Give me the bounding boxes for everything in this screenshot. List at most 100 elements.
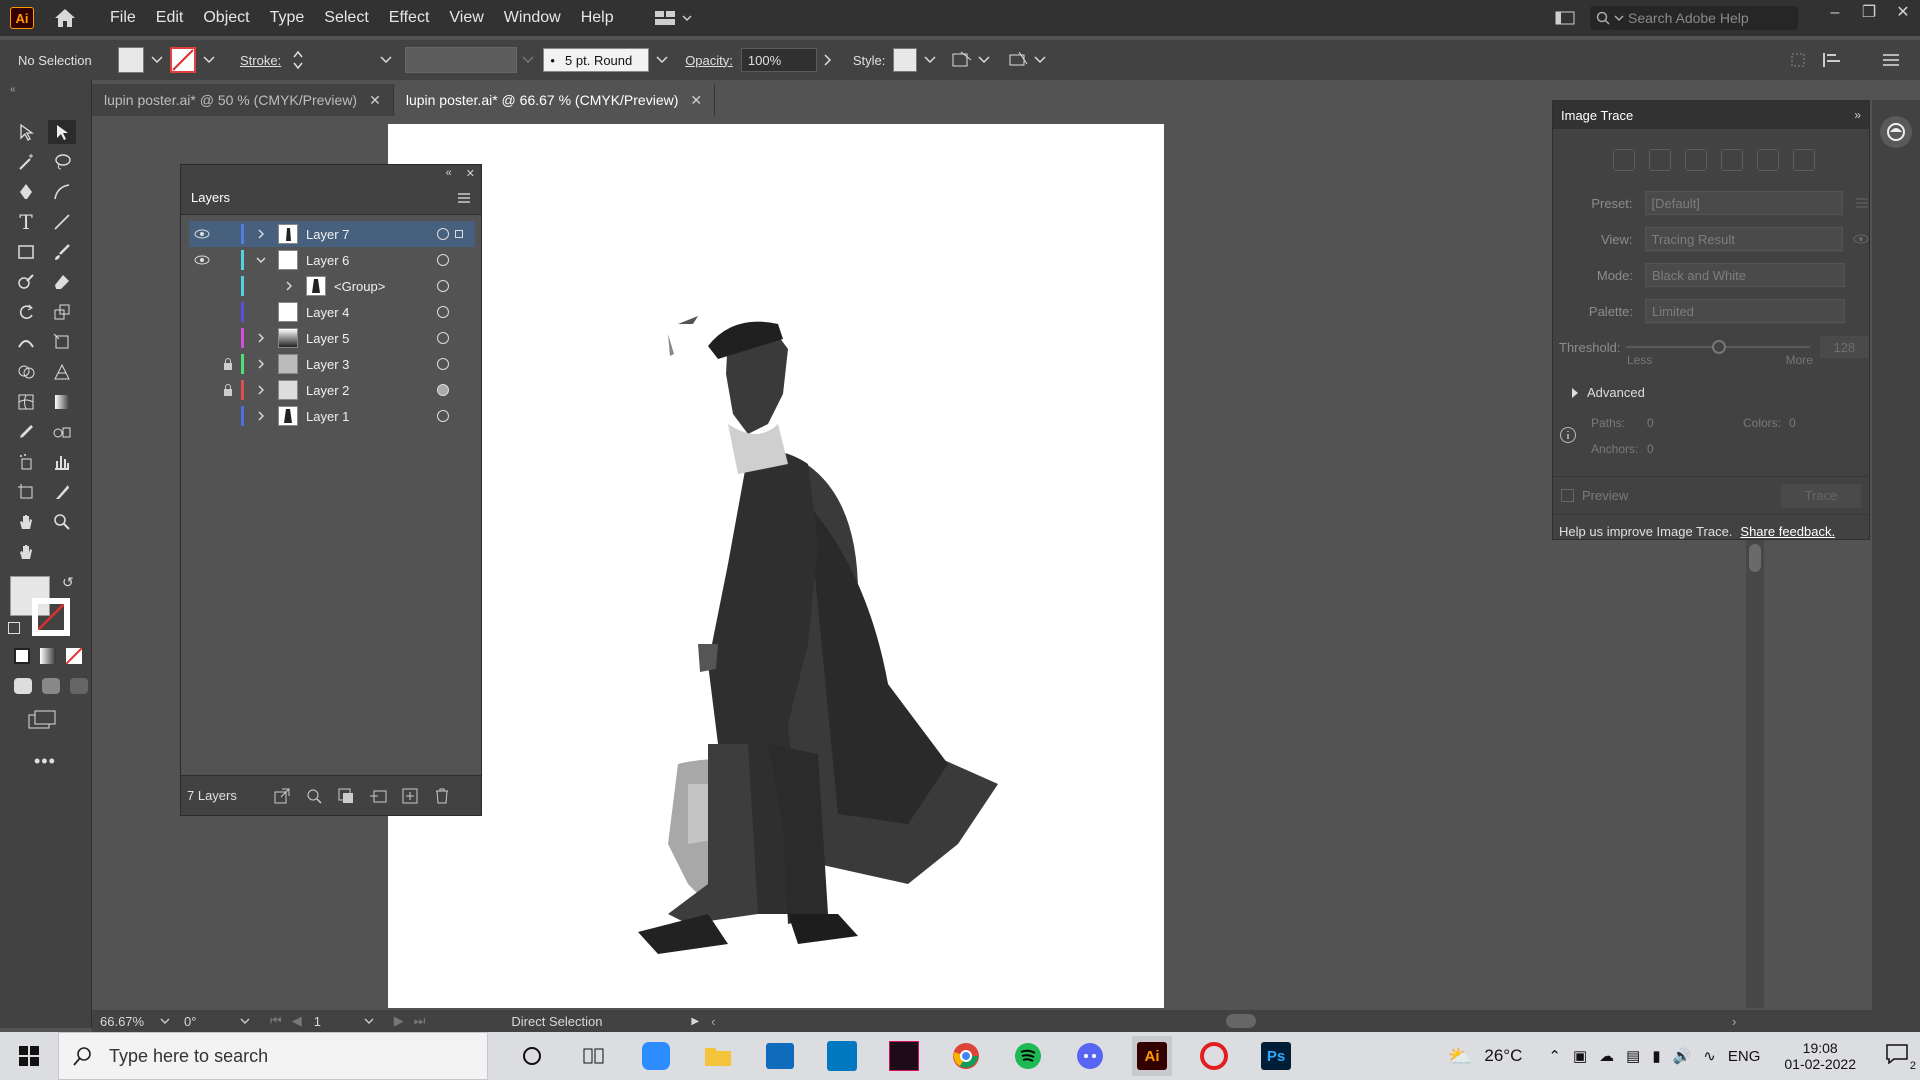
image-trace-title[interactable]: Image Trace [1561, 108, 1633, 123]
wifi-icon[interactable]: ∿ [1703, 1047, 1716, 1065]
chevron-down-icon[interactable] [923, 55, 937, 65]
zoom-app-icon[interactable] [636, 1036, 676, 1076]
layer-row[interactable]: <Group> [189, 273, 475, 299]
adobe-app-icon[interactable] [884, 1036, 924, 1076]
volume-icon[interactable]: 🔊 [1673, 1047, 1692, 1065]
chevron-down-icon[interactable] [202, 55, 216, 65]
lock-icon[interactable] [215, 358, 241, 370]
export-icon[interactable] [273, 787, 291, 805]
microsoft-store-icon[interactable] [760, 1036, 800, 1076]
draw-normal-icon[interactable] [14, 678, 32, 694]
selection-indicator-icon[interactable] [455, 230, 463, 238]
eye-icon[interactable] [189, 255, 215, 265]
lasso-tool-icon[interactable] [48, 150, 76, 174]
layers-title[interactable]: Layers [191, 190, 230, 205]
width-tool-icon[interactable] [12, 330, 40, 354]
blend-tool-icon[interactable] [48, 420, 76, 444]
rotate-tool-icon[interactable] [12, 300, 40, 324]
weather-icon[interactable]: ⛅ [1447, 1044, 1472, 1069]
chevron-down-icon[interactable] [240, 1017, 250, 1025]
gradient-mode-icon[interactable] [40, 648, 56, 664]
tab-lupin-50[interactable]: lupin poster.ai* @ 50 % (CMYK/Preview) ✕ [92, 84, 394, 116]
target-icon[interactable] [437, 228, 449, 240]
hand-tool-icon[interactable] [12, 510, 40, 534]
menu-edit[interactable]: Edit [146, 0, 194, 36]
target-icon[interactable] [437, 358, 449, 370]
network-icon[interactable]: ▤ [1626, 1047, 1640, 1065]
draw-inside-icon[interactable] [70, 678, 88, 694]
menu-file[interactable]: File [100, 0, 146, 36]
file-explorer-icon[interactable] [698, 1036, 738, 1076]
eyedropper-tool-icon[interactable] [12, 420, 40, 444]
target-icon[interactable] [437, 280, 449, 292]
target-icon[interactable] [437, 254, 449, 266]
task-view-icon[interactable] [574, 1036, 614, 1076]
brush-definition-field[interactable]: ● 5 pt. Round [543, 48, 650, 72]
chevron-down-icon[interactable] [521, 55, 535, 65]
collapse-icon[interactable]: » [1854, 108, 1861, 122]
meet-now-icon[interactable]: ▣ [1573, 1047, 1587, 1065]
low-color-icon[interactable] [1685, 149, 1707, 171]
draw-behind-icon[interactable] [42, 678, 60, 694]
chevron-down-icon[interactable] [150, 55, 164, 65]
collapse-icon[interactable]: « [446, 167, 452, 179]
scale-tool-icon[interactable] [48, 300, 76, 324]
curvature-tool-icon[interactable] [48, 180, 76, 204]
preset-menu-icon[interactable] [1855, 197, 1869, 209]
align-options-icon[interactable] [1822, 51, 1842, 69]
illustrator-taskbar-icon[interactable]: Ai [1132, 1036, 1172, 1076]
recolor-artwork-icon[interactable] [951, 50, 973, 70]
line-segment-tool-icon[interactable] [48, 210, 76, 234]
cortana-icon[interactable] [512, 1036, 552, 1076]
first-artboard-icon[interactable]: ⏮ [270, 1013, 282, 1029]
horizontal-scroll-thumb[interactable] [1226, 1014, 1256, 1028]
share-feedback-link[interactable]: Share feedback. [1740, 524, 1835, 539]
free-transform-tool-icon[interactable] [48, 330, 76, 354]
stroke-swatch[interactable] [170, 47, 196, 73]
close-icon[interactable]: ✕ [690, 92, 702, 109]
new-sublayer-icon[interactable] [369, 787, 387, 805]
chrome-icon[interactable] [946, 1036, 986, 1076]
next-artboard-icon[interactable]: ▶ [394, 1013, 404, 1029]
slice-tool-icon[interactable] [48, 480, 76, 504]
palette-select[interactable]: Limited [1645, 299, 1845, 323]
delete-icon[interactable] [433, 787, 451, 805]
locate-object-icon[interactable] [305, 787, 323, 805]
black-white-icon[interactable] [1757, 149, 1779, 171]
new-layer-icon[interactable] [401, 787, 419, 805]
restore-icon[interactable]: ❐ [1852, 0, 1886, 28]
stroke-stepper-icon[interactable] [291, 49, 305, 71]
pen-tool-icon[interactable] [12, 180, 40, 204]
menu-window[interactable]: Window [494, 0, 571, 36]
direct-selection-tool-icon[interactable] [48, 120, 76, 144]
align-icon[interactable] [1007, 50, 1029, 70]
dell-app-icon[interactable] [822, 1036, 862, 1076]
close-icon[interactable]: ✕ [466, 167, 475, 180]
clock[interactable]: 19:08 01-02-2022 [1784, 1040, 1856, 1072]
notification-icon[interactable]: 2 [1886, 1044, 1916, 1072]
chevron-up-icon[interactable]: ⌃ [1548, 1047, 1561, 1065]
grayscale-icon[interactable] [1721, 149, 1743, 171]
chevron-right-icon[interactable] [280, 281, 298, 291]
paintbrush-tool-icon[interactable] [48, 240, 76, 264]
type-tool-icon[interactable]: T [12, 210, 40, 234]
trace-button[interactable]: Trace [1781, 483, 1861, 508]
chevron-right-icon[interactable] [252, 359, 270, 369]
clipping-mask-icon[interactable] [337, 787, 355, 805]
menu-object[interactable]: Object [193, 0, 259, 36]
zoom-field[interactable]: 66.67% [92, 1014, 160, 1029]
search-adobe-help[interactable]: Search Adobe Help [1590, 6, 1798, 30]
layer-row[interactable]: Layer 1 [189, 403, 475, 429]
menu-type[interactable]: Type [260, 0, 315, 36]
stroke-label[interactable]: Stroke: [240, 53, 281, 68]
previous-artboard-icon[interactable]: ◀ [292, 1013, 302, 1029]
artboard-tool-icon[interactable] [12, 480, 40, 504]
menu-effect[interactable]: Effect [379, 0, 440, 36]
panel-menu-icon[interactable] [457, 192, 471, 204]
magic-wand-tool-icon[interactable] [12, 150, 40, 174]
chevron-down-icon[interactable] [160, 1017, 170, 1025]
target-icon[interactable] [437, 332, 449, 344]
close-icon[interactable]: ✕ [1886, 0, 1920, 28]
language-indicator[interactable]: ENG [1728, 1048, 1761, 1065]
slider-thumb[interactable] [1712, 340, 1727, 354]
